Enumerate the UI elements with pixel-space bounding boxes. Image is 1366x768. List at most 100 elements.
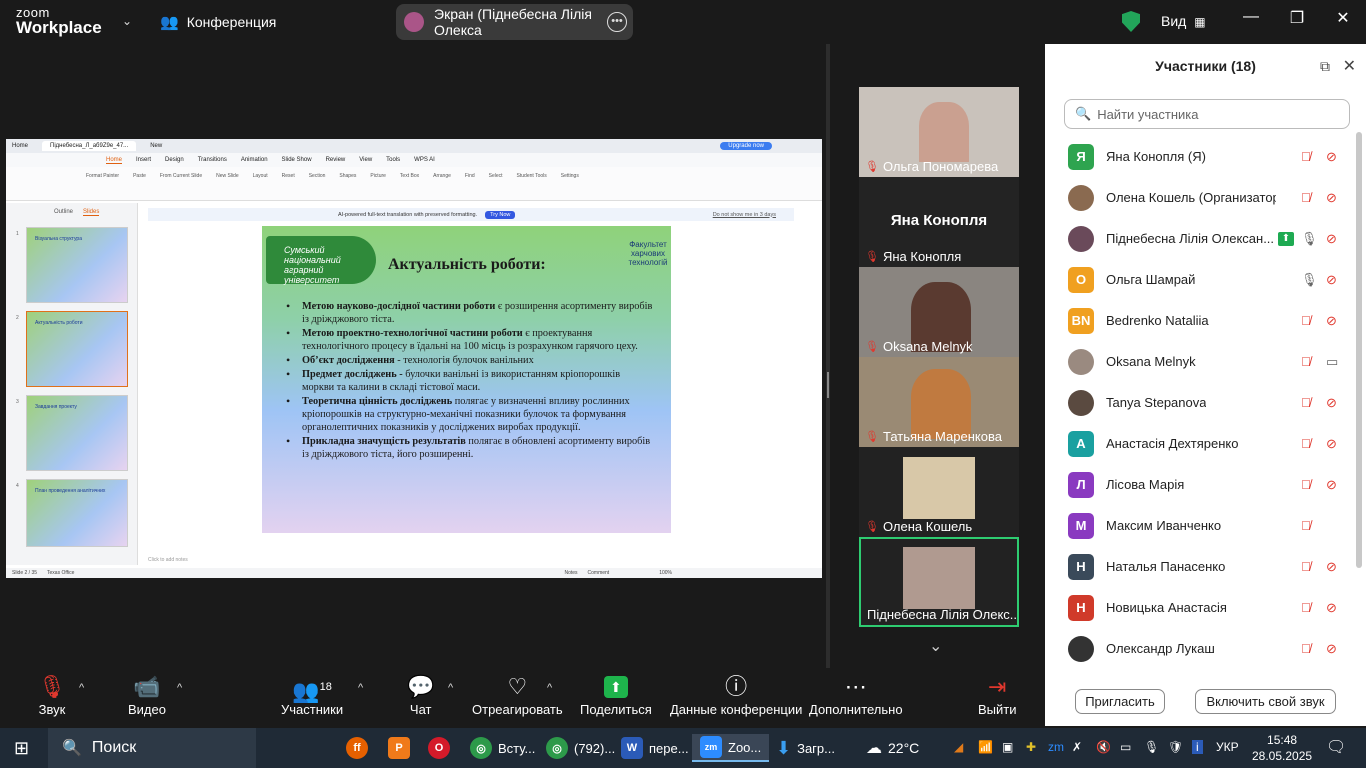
video-tile[interactable]: 🎙 Олена Кошель [859,447,1019,537]
tab-new[interactable]: New [150,143,162,149]
participant-row[interactable]: Oksana Melnyk 🎙̸ ▭ [1045,341,1355,382]
tab-outline[interactable]: Outline [54,209,73,216]
ribbon-layout[interactable]: Layout [253,173,268,200]
participant-row[interactable]: Олександр Лукаш 🎙̸ ⊘ [1045,628,1355,669]
stage-splitter[interactable] [826,44,830,668]
popout-icon[interactable]: ⧉ [1320,58,1330,75]
video-tile-active-speaker[interactable]: Піднебесна Лілія Олекс... [859,537,1019,627]
ribbon-section[interactable]: Section [309,173,326,200]
taskbar-zoom-item[interactable]: zm Zoo... [692,734,770,762]
security-tray-icon[interactable]: 🛡 [1168,740,1183,754]
mic-tray-icon[interactable]: 🎙 [1144,740,1159,754]
menu-item-insert[interactable]: Insert [136,157,151,163]
ribbon-from-current[interactable]: From Current Slide [160,173,202,200]
ribbon-paste[interactable]: Paste [133,173,146,200]
chat-caret-icon[interactable]: ^ [448,682,453,694]
video-button[interactable]: 📹 Видео [128,672,166,717]
pdf-app-icon[interactable]: P [388,734,410,762]
ribbon-find[interactable]: Find [465,173,475,200]
video-caret-icon[interactable]: ^ [177,682,182,694]
participant-row[interactable]: Л Лісова Марія 🎙̸ ⊘ [1045,464,1355,505]
menu-item-view[interactable]: View [359,157,372,163]
menu-item-wps-ai[interactable]: WPS AI [414,157,435,163]
slide-thumbnail-selected[interactable]: Актуальність роботи [26,311,128,387]
keyboard-language[interactable]: УКР [1216,740,1239,754]
menu-item-design[interactable]: Design [165,157,184,163]
menu-item-review[interactable]: Review [326,157,346,163]
tray-app-icon[interactable]: ◢ [954,740,963,754]
weather-widget[interactable]: ☁ 22°C [866,734,919,762]
ribbon-picture[interactable]: Picture [370,173,386,200]
slide-thumbnail[interactable]: Візуальна структура [26,227,128,303]
video-tile[interactable]: 🎙 Татьяна Маренкова [859,357,1019,447]
participant-row[interactable]: Н Новицька Анастасія 🎙̸ ⊘ [1045,587,1355,628]
ribbon-shapes[interactable]: Shapes [339,173,356,200]
video-tile[interactable]: 🎙 Oksana Melnyk [859,267,1019,357]
taskbar-download-item[interactable]: ⬇ Загр... [776,734,835,762]
ribbon-select[interactable]: Select [489,173,503,200]
view-menu[interactable]: Вид ▦ [1161,13,1206,29]
more-options-icon[interactable]: ••• [607,12,627,32]
slide-thumbnail[interactable]: План проведення аналітичних [26,479,128,547]
volume-muted-icon[interactable]: 🔇 [1096,740,1111,754]
notifications-icon[interactable]: 🗨 [1326,737,1346,757]
windows-start-icon[interactable]: ⊞ [14,734,29,762]
react-button[interactable]: ♡ Отреагировать [472,672,563,717]
participant-row[interactable]: М Максим Иванченко 🎙̸ [1045,505,1355,546]
notes-placeholder[interactable]: Click to add notes [148,557,188,563]
invite-button[interactable]: Пригласить [1075,689,1165,714]
info-tray-icon[interactable]: i [1192,740,1203,754]
audio-button[interactable]: 🎙 Звук [38,672,66,717]
participant-row[interactable]: Олена Кошель (Организатор) 🎙̸ ⊘ [1045,177,1355,218]
network-icon[interactable]: 📶 [978,740,993,754]
tray-green-icon[interactable]: ▣ [1002,740,1013,754]
taskbar-chrome-item[interactable]: ◎ Всту... [470,734,535,762]
leave-button[interactable]: ⇥ Выйти [978,672,1017,717]
app-menu-chevron-icon[interactable]: ⌄ [122,14,132,28]
participants-button[interactable]: 👥18 Участники [281,672,343,717]
firefox-icon[interactable]: ff [346,734,368,762]
participant-row[interactable]: Я Яна Конопля (Я) 🎙̸ ⊘ [1045,136,1355,177]
more-button[interactable]: ⋯ Дополнительно [809,672,903,717]
splitter-handle[interactable] [827,372,829,398]
menu-item-transitions[interactable]: Transitions [198,157,227,163]
close-panel-icon[interactable]: ✕ [1343,56,1356,76]
security-shield-icon[interactable] [1122,11,1140,32]
ribbon-reset[interactable]: Reset [282,173,295,200]
tab-slides[interactable]: Slides [83,209,100,216]
audio-caret-icon[interactable]: ^ [79,682,84,694]
video-tile[interactable]: Яна Конопля 🎙 Яна Конопля [859,177,1019,267]
opera-icon[interactable]: O [428,734,450,762]
unmute-self-button[interactable]: Включить свой звук [1195,689,1336,714]
menu-item-animation[interactable]: Animation [241,157,268,163]
tab-home[interactable]: Home [12,143,28,149]
participant-row[interactable]: О Ольга Шамрай 🎙 ⊘ [1045,259,1355,300]
slide-thumbnail[interactable]: Завдання проекту [26,395,128,471]
ribbon-student-tools[interactable]: Student Tools [517,173,547,200]
share-screen-button[interactable]: ⬆ Поделиться [580,672,652,717]
ribbon-new-slide[interactable]: New Slide [216,173,239,200]
participant-row[interactable]: Піднебесна Лілія Олексан... ⬆ 🎙 ⊘ [1045,218,1355,259]
tray-yellow-icon[interactable]: ✚ [1026,740,1036,754]
participant-row[interactable]: BN Bedrenko Nataliia 🎙̸ ⊘ [1045,300,1355,341]
participants-caret-icon[interactable]: ^ [358,682,363,694]
tray-zoom-icon[interactable]: zm [1048,740,1064,754]
meeting-menu[interactable]: 👥 Конференция [160,13,276,31]
taskbar-word-item[interactable]: Wпере... [621,734,689,762]
ribbon-arrange[interactable]: Arrange [433,173,451,200]
notes-toggle[interactable]: Notes [564,570,577,576]
close-window-icon[interactable]: ✕ [1328,8,1358,28]
gallery-scroll-down-icon[interactable]: ⌄ [929,636,942,656]
participant-list-scrollbar[interactable] [1356,132,1362,568]
minimize-icon[interactable]: — [1236,8,1266,26]
participant-row[interactable]: Н Наталья Панасенко 🎙̸ ⊘ [1045,546,1355,587]
screen-share-pill[interactable]: Экран (Піднебесна Лілія Олекса ••• [396,4,633,40]
participant-row[interactable]: Tanya Stepanova 🎙̸ ⊘ [1045,382,1355,423]
ribbon-settings[interactable]: Settings [561,173,579,200]
meeting-info-button[interactable]: ⓘ Данные конференции [670,672,802,717]
tab-document[interactable]: Піднебесна_Л_аб9Z9e_47... [42,141,137,151]
video-tile[interactable]: 🎙 Ольга Пономарева [859,87,1019,177]
upgrade-button[interactable]: Upgrade now [720,142,772,150]
taskbar-clock[interactable]: 15:48 28.05.2025 [1252,732,1312,764]
battery-icon[interactable]: ▭ [1120,740,1131,754]
